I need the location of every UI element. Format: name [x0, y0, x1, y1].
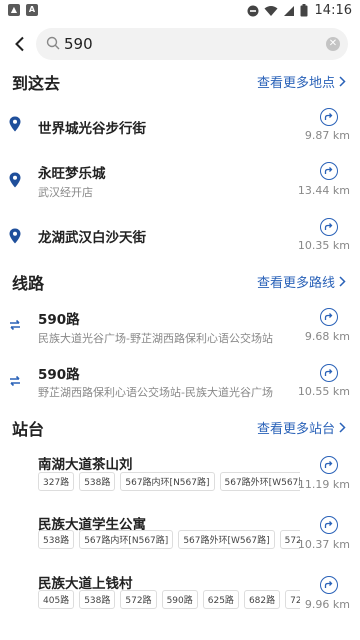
location-pin-icon: [9, 228, 21, 244]
bus-icon: [8, 464, 22, 480]
route-tag: 590路: [161, 590, 198, 609]
route-tag: 405路: [38, 590, 75, 609]
back-arrow-icon: [15, 36, 24, 52]
route-tag: 625路: [202, 590, 239, 609]
place-subtitle: 武汉经开店: [38, 186, 93, 199]
chevron-right-icon: [339, 422, 346, 433]
route-name: 590路: [38, 367, 80, 383]
place-name: 龙湖武汉白沙天街: [38, 230, 146, 246]
place-item[interactable]: 永旺梦乐城 武汉经开店 13.44 km: [0, 154, 360, 210]
distance: 10.35 km: [297, 239, 350, 252]
chevron-right-icon: [339, 276, 346, 287]
station-item[interactable]: 民族大道学生公寓 538路 567路内环[N567路] 567路外环[W567路…: [0, 508, 360, 570]
bus-icon: [8, 526, 22, 542]
search-bar: ✕: [0, 22, 360, 68]
places-section-header: 到这去 查看更多地点: [0, 66, 360, 96]
navigate-icon[interactable]: [320, 576, 338, 594]
route-tags: 327路 538路 567路内环[N567路] 567路外环[W567路] 5: [38, 472, 300, 491]
navigate-icon[interactable]: [320, 456, 338, 474]
back-button[interactable]: [6, 30, 34, 58]
bus-icon: [8, 586, 22, 602]
distance: 10.37 km: [297, 538, 350, 551]
routes-section-header: 线路 查看更多路线: [0, 266, 360, 296]
navigate-icon[interactable]: [320, 364, 338, 382]
route-name: 590路: [38, 312, 80, 328]
distance: 9.68 km: [304, 330, 350, 343]
navigate-icon[interactable]: [320, 218, 338, 236]
station-item[interactable]: 民族大道上钱村 405路 538路 572路 590路 625路 682路 72…: [0, 568, 360, 630]
dnd-icon: [247, 5, 259, 16]
clear-icon[interactable]: ✕: [326, 37, 340, 51]
route-swap-icon: [10, 319, 20, 331]
route-tag: 572路: [120, 590, 157, 609]
notification-icon: ▲: [8, 4, 20, 16]
place-item[interactable]: 世界城光谷步行街 9.87 km: [0, 98, 360, 154]
more-stations-link[interactable]: 查看更多站台: [257, 418, 346, 437]
route-subtitle: 野芷湖西路保利心语公交场站-民族大道光谷广场: [38, 386, 273, 399]
navigate-icon[interactable]: [320, 516, 338, 534]
route-tags: 405路 538路 572路 590路 625路 682路 728路: [38, 590, 300, 609]
more-routes-link[interactable]: 查看更多路线: [257, 272, 346, 291]
place-name: 永旺梦乐城: [38, 166, 106, 182]
distance: 13.44 km: [297, 184, 350, 197]
stations-section-header: 站台 查看更多站台: [0, 412, 360, 442]
status-bar: ▲ A 14:16: [0, 0, 360, 22]
search-icon: [46, 36, 60, 50]
distance: 11.19 km: [297, 478, 350, 491]
search-input[interactable]: [64, 28, 324, 60]
chevron-right-icon: [339, 76, 346, 87]
location-pin-icon: [9, 172, 21, 188]
route-tag: 567路内环[N567路]: [79, 530, 174, 549]
route-tag: 567路内环[N567路]: [120, 472, 215, 491]
navigate-icon[interactable]: [320, 108, 338, 126]
route-item[interactable]: 590路 野芷湖西路保利心语公交场站-民族大道光谷广场 10.55 km: [0, 356, 360, 412]
signal-icon: [283, 5, 294, 16]
places-section-title: 到这去: [12, 74, 61, 93]
route-tag: 538路: [79, 472, 116, 491]
battery-icon: [300, 4, 308, 17]
route-swap-icon: [10, 375, 20, 387]
route-tag: 327路: [38, 472, 75, 491]
distance: 9.96 km: [304, 598, 350, 611]
route-tag: 538路: [79, 590, 116, 609]
wifi-icon: [264, 5, 278, 16]
status-time: 14:16: [314, 3, 352, 18]
route-item[interactable]: 590路 民族大道光谷广场-野芷湖西路保利心语公交场站 9.68 km: [0, 300, 360, 356]
route-tags: 538路 567路内环[N567路] 567路外环[W567路] 572路 5: [38, 530, 300, 549]
distance: 10.55 km: [297, 385, 350, 398]
place-name: 世界城光谷步行街: [38, 121, 146, 137]
more-places-link[interactable]: 查看更多地点: [257, 72, 346, 91]
routes-section-title: 线路: [12, 274, 45, 293]
navigate-icon[interactable]: [320, 308, 338, 326]
a-icon: A: [26, 4, 38, 16]
distance: 9.87 km: [304, 129, 350, 142]
route-tag: 538路: [38, 530, 75, 549]
station-item[interactable]: 南湖大道茶山刘 327路 538路 567路内环[N567路] 567路外环[W…: [0, 446, 360, 508]
place-item[interactable]: 龙湖武汉白沙天街 10.35 km: [0, 210, 360, 266]
route-tag: 567路外环[W567路]: [178, 530, 275, 549]
station-name: 民族大道上钱村: [38, 576, 133, 592]
stations-section-title: 站台: [12, 420, 45, 439]
search-box[interactable]: ✕: [36, 28, 348, 60]
route-tag: 682路: [243, 590, 281, 609]
station-name: 南湖大道茶山刘: [38, 457, 133, 473]
location-pin-icon: [9, 116, 21, 132]
route-tag: 567路外环[W567路]: [219, 472, 300, 491]
route-tag: 728路: [285, 590, 300, 609]
route-subtitle: 民族大道光谷广场-野芷湖西路保利心语公交场站: [38, 332, 273, 345]
navigate-icon[interactable]: [320, 162, 338, 180]
